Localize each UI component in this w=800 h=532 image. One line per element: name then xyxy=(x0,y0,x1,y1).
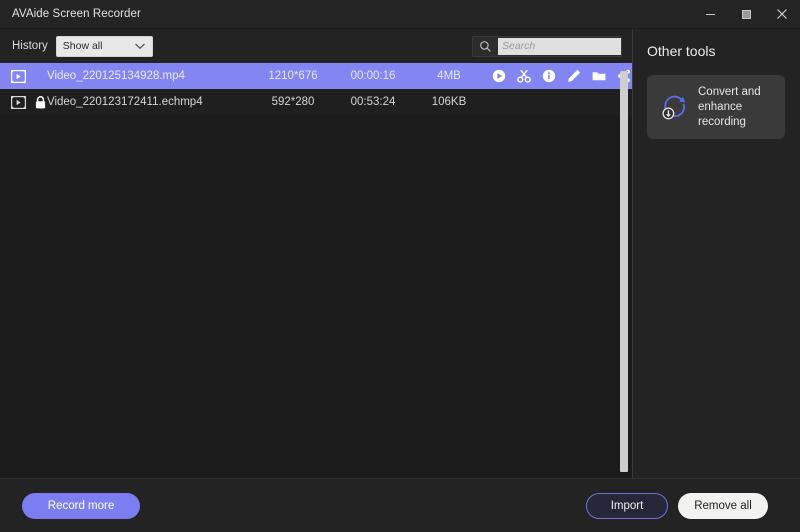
body: History Show all Search Video_2201251349… xyxy=(0,29,800,478)
history-label: History xyxy=(12,40,48,52)
table-row[interactable]: Video_220123172411.echmp4 592*280 00:53:… xyxy=(0,89,632,115)
recording-name: Video_220125134928.mp4 xyxy=(47,70,185,82)
history-filter-value: Show all xyxy=(62,40,103,52)
table-row[interactable]: Video_220125134928.mp4 1210*676 00:00:16… xyxy=(0,63,632,89)
recording-size: 4MB xyxy=(437,70,461,82)
search-icon xyxy=(473,37,498,56)
trim-button[interactable] xyxy=(516,68,532,84)
title-bar: AVAide Screen Recorder xyxy=(0,0,800,29)
lock-icon xyxy=(34,95,46,109)
rename-button[interactable] xyxy=(566,68,582,84)
minimize-icon xyxy=(705,9,716,20)
convert-recording-icon xyxy=(656,88,694,126)
open-folder-button[interactable] xyxy=(591,68,607,84)
window-controls xyxy=(692,0,800,29)
footer-bar: Record more Import Remove all xyxy=(0,478,800,532)
chevron-down-icon xyxy=(134,42,146,50)
minimize-button[interactable] xyxy=(692,0,728,29)
app-window: AVAide Screen Recorder History Show all … xyxy=(0,0,800,532)
pencil-icon xyxy=(567,69,581,83)
main-column: History Show all Search Video_2201251349… xyxy=(0,29,632,478)
list-scrollbar[interactable] xyxy=(620,71,628,472)
info-icon xyxy=(542,69,556,83)
recording-duration: 00:53:24 xyxy=(350,96,396,108)
maximize-button[interactable] xyxy=(728,0,764,29)
remove-all-button[interactable]: Remove all xyxy=(678,492,768,519)
recording-duration: 00:00:16 xyxy=(350,70,396,82)
play-button[interactable] xyxy=(491,68,507,84)
history-filter-select[interactable]: Show all xyxy=(55,35,153,57)
search-input[interactable] xyxy=(498,37,621,55)
app-title: AVAide Screen Recorder xyxy=(12,8,141,20)
recording-resolution: 592*280 xyxy=(271,96,315,108)
other-tools-panel: Other tools Convert and enhance recordin… xyxy=(632,29,800,478)
video-file-icon xyxy=(10,95,26,109)
play-icon xyxy=(492,69,506,83)
toolbar: History Show all xyxy=(0,29,632,63)
info-button[interactable] xyxy=(541,68,557,84)
import-button[interactable]: Import xyxy=(586,492,668,519)
panel-title: Other tools xyxy=(647,43,716,59)
row-actions xyxy=(491,68,632,84)
folder-icon xyxy=(592,69,606,83)
maximize-icon xyxy=(741,9,752,20)
recording-resolution: 1210*676 xyxy=(268,70,318,82)
tool-card-label: Convert and enhance recording xyxy=(698,85,761,128)
list-scrollbar-thumb[interactable] xyxy=(620,71,628,472)
recording-size: 106KB xyxy=(431,96,467,108)
recordings-list: Video_220125134928.mp4 1210*676 00:00:16… xyxy=(0,63,632,478)
record-more-button[interactable]: Record more xyxy=(22,492,140,519)
recording-name: Video_220123172411.echmp4 xyxy=(47,96,203,108)
close-icon xyxy=(776,8,788,20)
scissors-icon xyxy=(517,69,531,83)
close-button[interactable] xyxy=(764,0,800,29)
tool-card-convert-recording[interactable]: Convert and enhance recording xyxy=(647,75,785,139)
video-file-icon xyxy=(10,69,26,83)
search-box[interactable] xyxy=(472,35,622,57)
